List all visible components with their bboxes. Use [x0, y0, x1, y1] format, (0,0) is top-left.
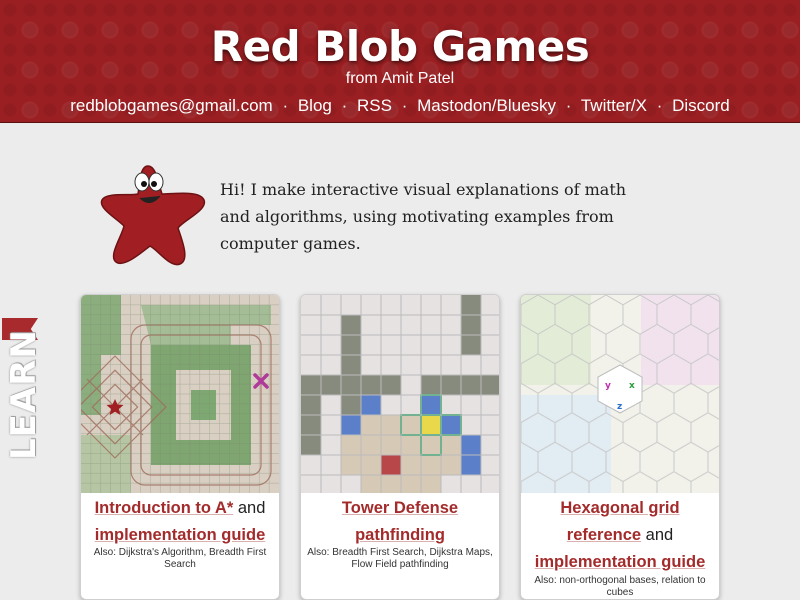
learn-tab: LEARN [0, 318, 44, 468]
tower-defense-thumbnail[interactable] [301, 295, 499, 493]
site-subtitle: from Amit Patel [345, 70, 455, 87]
card-astar-also: Also: Dijkstra's Algorithm, Breadth Firs… [93, 547, 267, 570]
hex-axis-z: z [617, 402, 622, 412]
title-conjunction: and [233, 499, 266, 517]
nav-email-link[interactable]: redblobgames@gmail.com [70, 96, 272, 115]
hex-implementation-link[interactable]: implementation guide [535, 553, 706, 571]
intro-text: Hi! I make interactive visual explanatio… [220, 180, 627, 253]
astar-thumbnail[interactable] [81, 295, 279, 493]
card-tower-title: Tower Defense pathfinding [305, 495, 495, 549]
red-blob-mascot-icon [100, 165, 206, 266]
hex-axis-x: x [629, 381, 635, 391]
nav-blog-link[interactable]: Blog [298, 96, 332, 115]
nav-mastodon-link[interactable]: Mastodon/Bluesky [417, 96, 556, 115]
header-nav: redblobgames@gmail.com · Blog · RSS · Ma… [0, 96, 800, 116]
nav-rss-link[interactable]: RSS [357, 96, 392, 115]
hex-grid-thumbnail[interactable]: y x z [521, 295, 719, 493]
card-hex-also: Also: non-orthogonal bases, relation to … [534, 575, 706, 598]
site-header: Red Blob Games from Amit Patel redblobga… [0, 0, 800, 123]
title-conjunction: and [641, 526, 674, 544]
learn-label: LEARN [4, 329, 44, 460]
astar-link[interactable]: Introduction to A* [95, 499, 234, 517]
card-hexagonal[interactable]: y x z Hexagonal grid reference and imple… [520, 294, 720, 600]
nav-separator: · [656, 96, 663, 115]
card-astar-title: Introduction to A* and implementation gu… [85, 495, 275, 549]
nav-discord-link[interactable]: Discord [672, 96, 730, 115]
nav-separator: · [341, 96, 348, 115]
card-hex-title: Hexagonal grid reference and implementat… [525, 495, 715, 576]
card-astar[interactable]: Introduction to A* and implementation gu… [80, 294, 280, 600]
site-title[interactable]: Red Blob Games [0, 22, 800, 71]
card-tower-also: Also: Breadth First Search, Dijkstra Map… [307, 547, 493, 570]
nav-separator: · [565, 96, 572, 115]
nav-separator: · [401, 96, 408, 115]
astar-implementation-link[interactable]: implementation guide [95, 526, 266, 544]
hex-axis-y: y [605, 381, 611, 391]
nav-separator: · [282, 96, 289, 115]
tower-defense-link[interactable]: Tower Defense pathfinding [342, 499, 458, 544]
card-tower-defense[interactable]: Tower Defense pathfinding Also: Breadth … [300, 294, 500, 600]
nav-twitter-link[interactable]: Twitter/X [581, 96, 647, 115]
